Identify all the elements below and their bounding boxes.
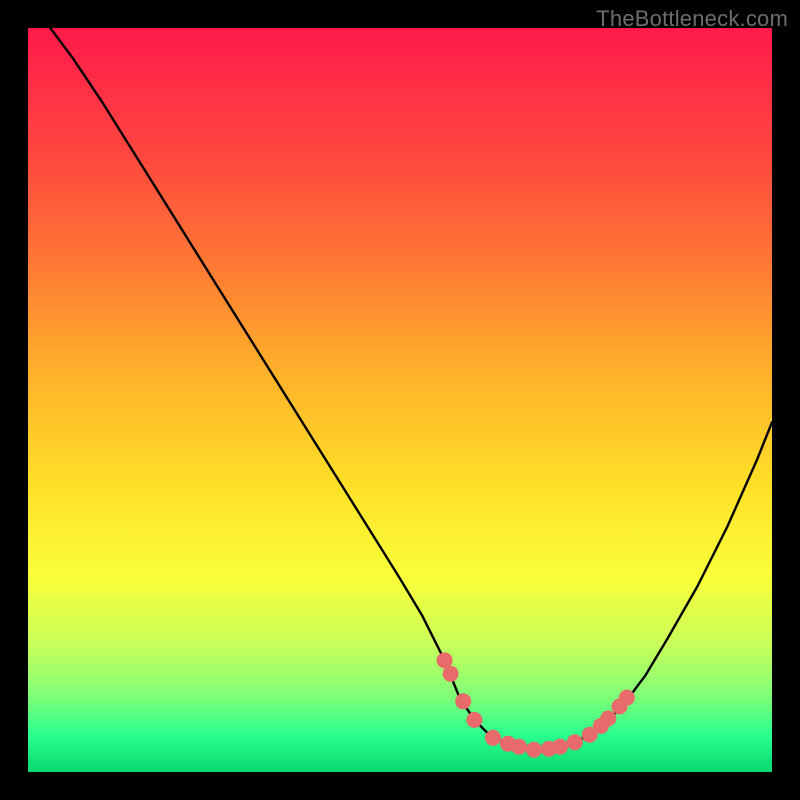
highlight-point xyxy=(567,734,583,750)
plot-area xyxy=(28,28,772,772)
highlight-point xyxy=(511,739,527,755)
curve-layer xyxy=(28,28,772,772)
highlight-point xyxy=(466,712,482,728)
highlight-point xyxy=(600,710,616,726)
highlight-point xyxy=(455,693,471,709)
highlight-points xyxy=(437,652,635,757)
highlight-point xyxy=(619,690,635,706)
chart-frame: TheBottleneck.com xyxy=(0,0,800,800)
highlight-point xyxy=(485,730,501,746)
highlight-point xyxy=(443,666,459,682)
highlight-point xyxy=(552,739,568,755)
watermark-text: TheBottleneck.com xyxy=(596,6,788,32)
bottleneck-curve xyxy=(50,28,772,750)
highlight-point xyxy=(526,742,542,758)
